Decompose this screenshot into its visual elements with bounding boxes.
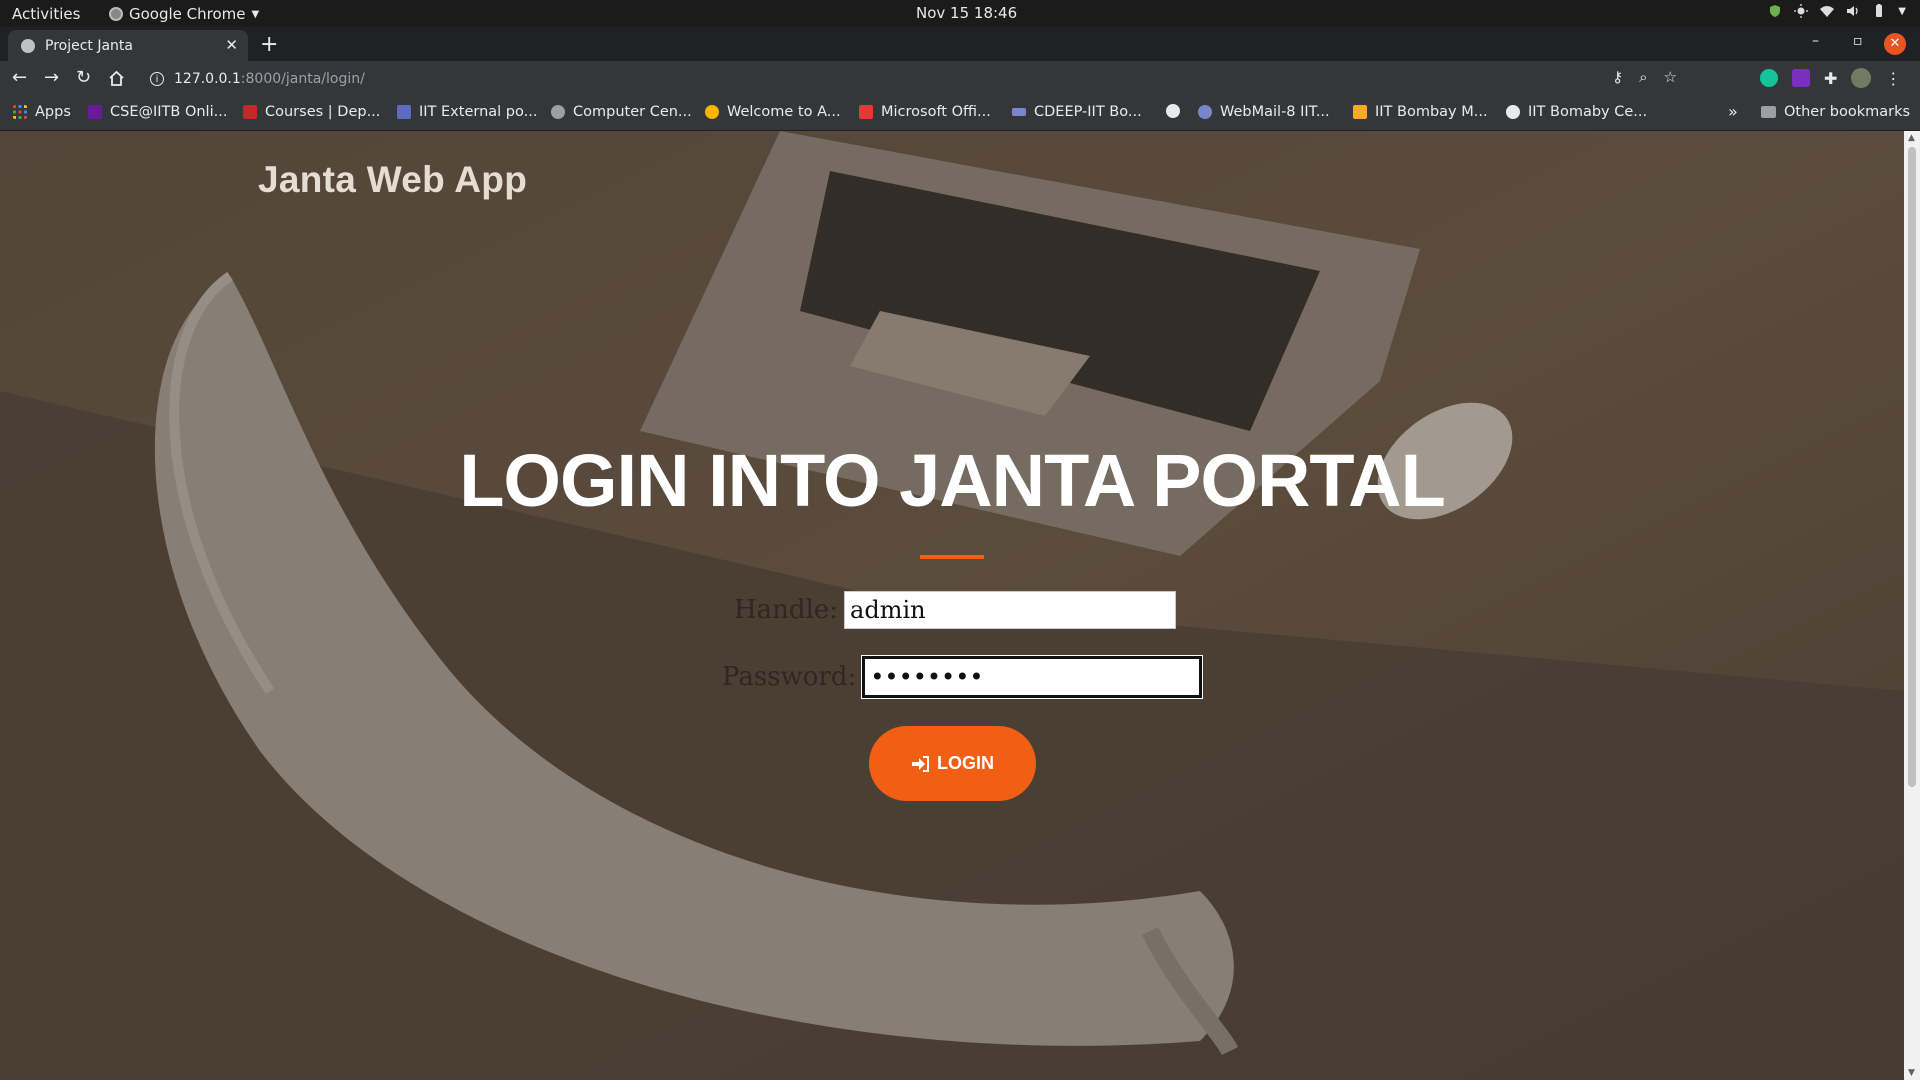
- bookmark-label: CDEEP-IIT Bo...: [1034, 104, 1142, 120]
- globe-icon: [1166, 104, 1180, 118]
- bookmark-label: Courses | Dep...: [265, 104, 381, 120]
- bookmark-apps[interactable]: Apps: [13, 104, 71, 120]
- kebab-menu-icon[interactable]: ⋮: [1885, 69, 1901, 88]
- bookmark-cse-iitb[interactable]: CSE@IITB Onli...: [88, 104, 227, 120]
- bookmark-microsoft-office[interactable]: Microsoft Offi...: [859, 104, 991, 120]
- tab-project-janta[interactable]: Project Janta ✕: [8, 30, 248, 61]
- globe-icon: [21, 38, 35, 53]
- bookmark-label: WebMail-8 IIT...: [1220, 104, 1330, 120]
- avatar[interactable]: [1851, 68, 1872, 88]
- handle-label: Handle:: [734, 595, 839, 625]
- password-input[interactable]: [861, 655, 1204, 699]
- volume-icon: [1847, 6, 1858, 16]
- password-label: Password:: [722, 662, 857, 692]
- bookmark-computer-centre[interactable]: Computer Cen...: [551, 104, 692, 120]
- bookmark-label: IIT Bomaby Ce...: [1528, 104, 1648, 120]
- bookmark-label: CSE@IITB Onli...: [110, 104, 228, 120]
- site-info-icon[interactable]: i: [150, 71, 164, 86]
- extension-icons: ✚ ⋮: [1760, 68, 1901, 88]
- welcome-favicon-icon: [705, 105, 719, 119]
- zoom-icon[interactable]: ⌕: [1639, 68, 1647, 86]
- bookmark-cdeep[interactable]: CDEEP-IIT Bo...: [1012, 104, 1142, 120]
- scroll-up-icon[interactable]: ▲: [1908, 133, 1915, 143]
- system-tray[interactable]: ▼: [1768, 4, 1906, 18]
- system-top-bar: Activities Google Chrome ▼ Nov 15 18:46 …: [0, 0, 1920, 27]
- omnibox-actions: ⚷ ⌕ ☆: [1612, 68, 1677, 86]
- back-arrow-icon[interactable]: ←: [12, 67, 27, 88]
- iit-favicon-icon: [397, 105, 411, 119]
- moodle-favicon-icon: [1353, 105, 1367, 119]
- restore-icon[interactable]: ▫: [1853, 33, 1863, 49]
- bookmark-label: Computer Cen...: [573, 104, 692, 120]
- app-menu[interactable]: Google Chrome ▼: [109, 5, 259, 23]
- login-page: Janta Web App LOGIN INTO JANTA PORTAL Ha…: [0, 131, 1904, 1080]
- bookmark-label: IIT External po...: [419, 104, 538, 120]
- home-icon[interactable]: [108, 70, 125, 86]
- courses-favicon-icon: [243, 105, 257, 119]
- page-scrollbar[interactable]: ▲ ▼: [1904, 131, 1920, 1080]
- bookmark-label: Apps: [35, 104, 71, 120]
- app-menu-label: Google Chrome: [129, 5, 246, 23]
- page-title: LOGIN INTO JANTA PORTAL: [459, 439, 1446, 522]
- bookmark-iit-bomaby-ce[interactable]: IIT Bomaby Ce...: [1506, 104, 1647, 120]
- tab-close-icon[interactable]: ✕: [225, 36, 238, 54]
- office-favicon-icon: [859, 105, 873, 119]
- other-bookmarks[interactable]: Other bookmarks: [1761, 104, 1910, 120]
- chrome-icon: [109, 7, 123, 21]
- sign-in-icon: [912, 755, 929, 772]
- address-bar[interactable]: i 127.0.0.1:8000/janta/login/ ⚷ ⌕ ☆: [140, 64, 1685, 93]
- clock[interactable]: Nov 15 18:46: [916, 4, 1017, 22]
- reload-icon[interactable]: ↻: [76, 67, 91, 88]
- password-row: Password:: [722, 655, 1204, 699]
- puzzle-icon[interactable]: ✚: [1824, 69, 1837, 88]
- handle-input[interactable]: [844, 591, 1177, 629]
- tab-strip: Project Janta ✕ + – ▫ ✕: [0, 27, 1920, 61]
- scrollbar-thumb[interactable]: [1908, 147, 1916, 787]
- login-button[interactable]: LOGIN: [869, 726, 1036, 801]
- bookmark-courses[interactable]: Courses | Dep...: [243, 104, 380, 120]
- bookmark-iit-bombay-m[interactable]: IIT Bombay M...: [1353, 104, 1488, 120]
- activities-button[interactable]: Activities: [12, 5, 80, 23]
- url-path: :8000/janta/login/: [240, 70, 365, 87]
- other-bookmarks-label: Other bookmarks: [1784, 104, 1911, 120]
- new-tab-button[interactable]: +: [260, 32, 278, 57]
- tab-title: Project Janta: [45, 37, 133, 54]
- caret-down-icon: ▼: [251, 8, 260, 20]
- webmail-favicon-icon: [1198, 105, 1212, 119]
- shield-icon: [1770, 5, 1781, 17]
- battery-icon: [1876, 4, 1883, 17]
- caret-down-icon: ▼: [1898, 5, 1906, 17]
- bookmark-iit-external[interactable]: IIT External po...: [397, 104, 537, 120]
- title-divider: [920, 555, 984, 559]
- login-button-label: LOGIN: [937, 753, 994, 773]
- bookmark-label: IIT Bombay M...: [1375, 104, 1488, 120]
- bookmark-label: Microsoft Offi...: [881, 104, 991, 120]
- scroll-down-icon[interactable]: ▼: [1908, 1068, 1915, 1078]
- window-close-button[interactable]: ✕: [1884, 33, 1906, 55]
- cc-favicon-icon: [551, 105, 565, 119]
- extension-screen-icon[interactable]: [1792, 69, 1810, 87]
- cdeep-favicon-icon: [1012, 108, 1026, 116]
- bookmark-webmail[interactable]: WebMail-8 IIT...: [1198, 104, 1330, 120]
- globe-icon: [1506, 105, 1520, 119]
- key-icon[interactable]: ⚷: [1612, 68, 1623, 86]
- minimize-icon[interactable]: –: [1812, 33, 1819, 49]
- url-host: 127.0.0.1: [174, 70, 241, 87]
- wifi-icon: [1820, 6, 1835, 17]
- handle-row: Handle:: [734, 591, 1177, 629]
- bookmark-globe[interactable]: [1166, 104, 1180, 118]
- bookmarks-bar: Apps CSE@IITB Onli... Courses | Dep... I…: [0, 96, 1920, 131]
- grammarly-icon[interactable]: [1760, 69, 1778, 87]
- cse-favicon-icon: [88, 105, 102, 119]
- bookmark-label: Welcome to A...: [727, 104, 841, 120]
- bookmark-star-icon[interactable]: ☆: [1664, 68, 1677, 86]
- bookmark-welcome[interactable]: Welcome to A...: [705, 104, 841, 120]
- brand-logo[interactable]: Janta Web App: [258, 159, 527, 201]
- brightness-icon: [1794, 4, 1809, 18]
- folder-icon: [1761, 106, 1776, 118]
- forward-arrow-icon[interactable]: →: [44, 67, 59, 88]
- browser-toolbar: ← → ↻ i 127.0.0.1:8000/janta/login/ ⚷ ⌕ …: [0, 61, 1920, 96]
- bookmarks-overflow-icon[interactable]: »: [1728, 102, 1738, 121]
- apps-grid-icon: [13, 105, 27, 119]
